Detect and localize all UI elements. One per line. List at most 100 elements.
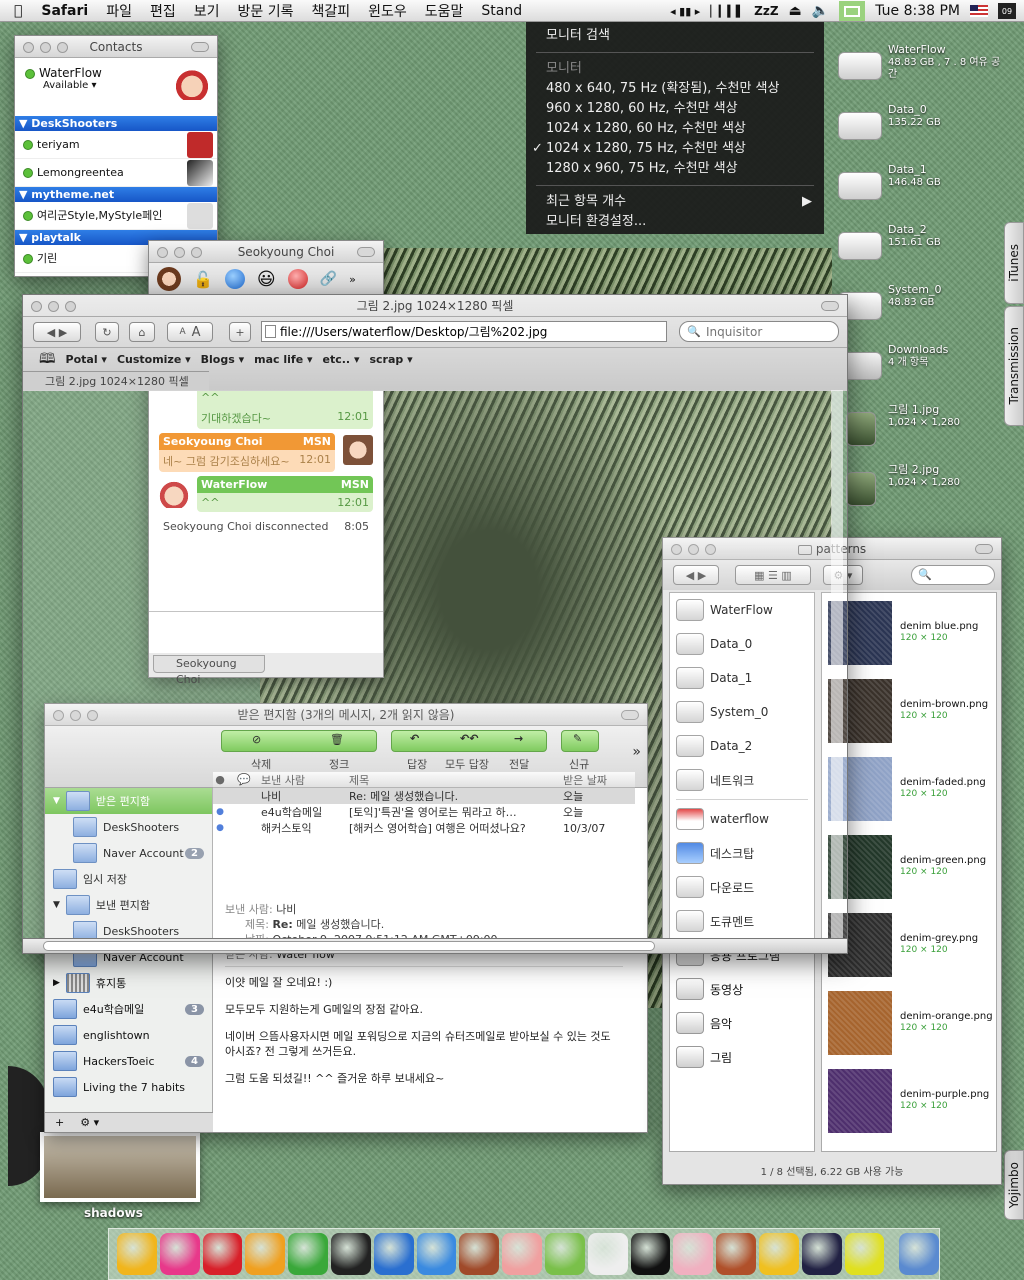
toolbar-toggle-button[interactable]	[821, 301, 839, 311]
chat-titlebar[interactable]: Seokyoung Choi	[149, 241, 383, 263]
dock-app-icon[interactable]	[758, 1233, 799, 1275]
resolution-option[interactable]: 480 x 640, 75 Hz (확장됨), 수천만 색상	[526, 79, 824, 99]
vertical-scrollbar[interactable]	[831, 390, 843, 938]
dock-app-icon[interactable]	[330, 1233, 371, 1275]
resolution-option[interactable]: 960 x 1280, 60 Hz, 수천만 색상	[526, 99, 824, 119]
dock-app-icon[interactable]	[544, 1233, 585, 1275]
resolution-option-selected[interactable]: ✓ 1024 x 1280, 75 Hz, 수천만 색상	[526, 139, 824, 159]
menu-view[interactable]: 보기	[185, 1, 229, 21]
transmission-drawer-tab[interactable]: Transmission	[1004, 306, 1024, 426]
desktop-icon-label[interactable]: Data_2 151.61 GB	[888, 224, 1008, 249]
monitor-search-item[interactable]: 모니터 검색	[526, 26, 824, 46]
dock-app-icon[interactable]	[288, 1233, 328, 1275]
file-item[interactable]: denim-grey.png 120 × 120	[822, 905, 996, 983]
text-bigger[interactable]: A	[192, 325, 201, 340]
dock-app-icon[interactable]	[117, 1233, 157, 1275]
close-button[interactable]	[157, 247, 168, 258]
file-item[interactable]: denim-purple.png 120 × 120	[822, 1061, 996, 1139]
desktop-icon-label[interactable]: Data_0 135.22 GB	[888, 104, 1008, 129]
attach-icon[interactable]: 🔗	[320, 271, 337, 287]
safari-tab[interactable]: 그림 2.jpg 1024×1280 픽셀	[23, 371, 209, 391]
zoom-button[interactable]	[57, 42, 68, 53]
toolbar-toggle-button[interactable]	[975, 544, 993, 554]
yojimbo-drawer-tab[interactable]: Yojimbo	[1004, 1150, 1024, 1220]
home-button[interactable]: ⌂	[129, 322, 155, 342]
mailbox-action-menu[interactable]: ⚙ ▾	[80, 1116, 99, 1129]
buddy-item[interactable]: Lemongreentea	[15, 159, 217, 187]
text-size-buttons[interactable]: AA	[167, 322, 213, 342]
disclosure-triangle[interactable]: ▶	[53, 978, 60, 988]
close-button[interactable]	[31, 301, 42, 312]
input-flag-icon[interactable]	[970, 5, 988, 17]
back-forward-button[interactable]: ◀ ▶	[33, 322, 81, 342]
minimize-button[interactable]	[48, 301, 59, 312]
toolbar-toggle-button[interactable]	[357, 247, 375, 257]
search-input[interactable]	[679, 321, 839, 342]
zoom-button[interactable]	[191, 247, 202, 258]
text-smaller[interactable]: A	[179, 327, 185, 337]
bookmarks-book-icon[interactable]: 🕮	[39, 348, 56, 372]
safari-titlebar[interactable]: 그림 2.jpg 1024×1280 픽셀	[23, 295, 847, 317]
mailbox-item[interactable]: e4u학습메일 3	[45, 996, 212, 1022]
desktop-icon-label[interactable]: Downloads 4 개 항목	[888, 344, 1008, 369]
toolbar-toggle-button[interactable]	[191, 42, 209, 52]
menu-stand[interactable]: Stand	[472, 3, 531, 19]
url-field[interactable]	[261, 321, 667, 342]
mailbox-item[interactable]: ▶ 휴지통	[45, 970, 212, 996]
image-file-icon[interactable]	[846, 472, 876, 506]
volume-icon[interactable]: 🔈	[812, 3, 829, 19]
apple-menu-icon[interactable]: 	[0, 3, 32, 19]
eject-icon[interactable]: ⏏	[789, 3, 802, 19]
dock-app-icon[interactable]	[416, 1233, 457, 1275]
calendar-icon[interactable]: 09	[998, 3, 1016, 19]
scroll-thumb[interactable]	[43, 941, 655, 951]
dock-app-icon[interactable]	[202, 1233, 243, 1275]
file-item[interactable]: denim-brown.png 120 × 120	[822, 671, 996, 749]
bookmark-folder[interactable]: Potal ▾	[66, 353, 107, 366]
file-item[interactable]: denim-green.png 120 × 120	[822, 827, 996, 905]
monitor-prefs-item[interactable]: 모니터 환경설정...	[526, 212, 824, 232]
dock-app-icon[interactable]	[801, 1233, 842, 1275]
image-file-icon[interactable]	[846, 412, 876, 446]
sleep-icon[interactable]: ZzZ	[754, 4, 778, 18]
menu-bookmarks[interactable]: 책갈피	[302, 1, 359, 21]
horizontal-scrollbar[interactable]	[22, 938, 848, 954]
my-avatar[interactable]	[175, 66, 209, 100]
file-item[interactable]: denim-orange.png 120 × 120	[822, 983, 996, 1061]
sidebar-item[interactable]: 음악	[670, 1006, 814, 1040]
desktop-icon-label[interactable]: System_0 48.83 GB	[888, 284, 1008, 309]
menu-app-safari[interactable]: Safari	[32, 3, 97, 19]
menu-file[interactable]: 파일	[97, 1, 141, 21]
recent-items-submenu[interactable]: 최근 항목 개수 ▶	[526, 192, 824, 212]
desktop-icon-label[interactable]: Data_1 146.48 GB	[888, 164, 1008, 189]
bookmark-folder[interactable]: scrap ▾	[369, 353, 412, 366]
add-mailbox-button[interactable]: +	[55, 1116, 64, 1129]
minimize-button[interactable]	[174, 247, 185, 258]
sidebar-item[interactable]: 그림	[670, 1040, 814, 1074]
dock-app-icon[interactable]	[673, 1233, 714, 1275]
bookmark-folder[interactable]: Customize ▾	[117, 353, 191, 366]
bookmark-folder[interactable]: Blogs ▾	[201, 353, 244, 366]
hard-disk-icon[interactable]	[838, 112, 882, 140]
group-header[interactable]: ▼ DeskShooters	[15, 116, 217, 131]
dock-app-icon[interactable]	[459, 1233, 500, 1275]
itunes-drawer-tab[interactable]: iTunes	[1004, 222, 1024, 304]
buddy-item[interactable]: 여리군Style,MyStyle페인	[15, 202, 217, 230]
dock-app-icon[interactable]	[716, 1233, 756, 1275]
block-icon[interactable]	[287, 269, 308, 289]
toolbar-overflow-icon[interactable]: »	[349, 273, 356, 286]
dock-app-icon[interactable]	[502, 1233, 542, 1275]
activity-meter-icon[interactable]: ▏▎▍▌	[710, 5, 744, 18]
zoom-button[interactable]	[65, 301, 76, 312]
dock-app-icon[interactable]	[159, 1233, 200, 1275]
media-controls-icon[interactable]: ◂ ▮▮ ▸	[670, 5, 700, 18]
sidebar-item[interactable]: 동영상	[670, 972, 814, 1006]
monitor-menu-icon[interactable]	[839, 1, 866, 21]
close-button[interactable]	[23, 42, 34, 53]
desktop-icon-label[interactable]: 그림 2.jpg 1,024 × 1,280	[888, 464, 1008, 489]
resolution-option[interactable]: 1280 x 960, 75 Hz, 수천만 색상	[526, 159, 824, 179]
buddy-item[interactable]: teriyam	[15, 131, 217, 159]
minimize-button[interactable]	[40, 42, 51, 53]
hard-disk-icon[interactable]	[838, 232, 882, 260]
dock-app-icon[interactable]	[630, 1233, 671, 1275]
